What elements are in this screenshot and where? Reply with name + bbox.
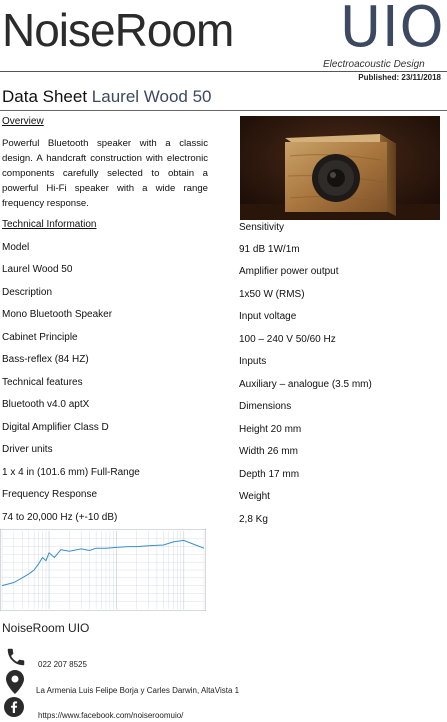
spec-label-voltage: Input voltage xyxy=(239,311,297,322)
overview-heading: Overview xyxy=(2,116,44,127)
technical-heading: Technical Information xyxy=(2,219,97,230)
spec-label-frequency: Frequency Response xyxy=(2,489,98,500)
location-pin-icon xyxy=(6,670,24,699)
spec-value-model: Laurel Wood 50 xyxy=(2,264,73,275)
brand-logo-text: NoiseRoom xyxy=(2,4,234,56)
spec-value-description: Mono Bluetooth Speaker xyxy=(2,309,113,320)
speaker-image xyxy=(240,116,440,220)
tagline: Electroacoustic Design xyxy=(323,59,425,70)
frequency-response-chart xyxy=(0,529,206,611)
facebook-icon xyxy=(4,697,24,722)
spec-value-sensitivity: 91 dB 1W/1m xyxy=(239,244,300,255)
footer-brand: NoiseRoom UIO xyxy=(2,621,90,635)
spec-value-bluetooth: Bluetooth v4.0 aptX xyxy=(2,399,90,410)
phone-icon xyxy=(5,646,27,673)
spec-label-dimensions: Dimensions xyxy=(239,401,292,412)
brand-logo-uio: UIO xyxy=(340,0,445,60)
title-prefix: Data Sheet xyxy=(2,87,88,106)
spec-label-weight: Weight xyxy=(239,491,270,502)
spec-label-model: Model xyxy=(2,242,30,253)
spec-label-cabinet: Cabinet Principle xyxy=(2,332,78,343)
spec-value-depth: Depth 17 mm xyxy=(239,469,300,480)
spec-value-amplifier: Digital Amplifier Class D xyxy=(2,422,109,433)
header-divider xyxy=(0,71,447,72)
spec-value-height: Height 20 mm xyxy=(239,424,302,435)
title-product: Laurel Wood 50 xyxy=(91,87,212,106)
spec-label-power: Amplifier power output xyxy=(239,266,339,277)
spec-value-cabinet: Bass-reflex (84 HZ) xyxy=(2,354,89,365)
product-photo xyxy=(240,116,440,220)
contact-facebook-link[interactable]: https://www.facebook.com/noiseroomuio/ xyxy=(38,711,183,720)
overview-text: Powerful Bluetooth speaker with a classi… xyxy=(2,138,208,209)
published-date: Published: 23/11/2018 xyxy=(358,73,441,82)
spec-value-weight: 2,8 Kg xyxy=(239,514,268,525)
spec-value-width: Width 26 mm xyxy=(239,446,298,457)
spec-value-voltage: 100 – 240 V 50/60 Hz xyxy=(239,334,336,345)
contact-phone: 022 207 8525 xyxy=(38,660,87,669)
spec-label-driver: Driver units xyxy=(2,444,53,455)
spec-value-driver: 1 x 4 in (101.6 mm) Full-Range xyxy=(2,467,140,478)
contact-address: La Armenia Luis Felipe Borja y Carles Da… xyxy=(36,686,240,695)
page-title: Data Sheet Laurel Wood 50 xyxy=(2,87,212,107)
spec-value-frequency: 74 to 20,000 Hz (+-10 dB) xyxy=(2,512,118,523)
spec-value-inputs: Auxiliary – analogue (3.5 mm) xyxy=(239,379,372,390)
spec-label-features: Technical features xyxy=(2,377,83,388)
spec-label-inputs: Inputs xyxy=(239,356,267,367)
spec-value-power: 1x50 W (RMS) xyxy=(239,289,305,300)
title-divider xyxy=(0,110,447,111)
spec-label-sensitivity: Sensitivity xyxy=(239,222,285,233)
spec-label-description: Description xyxy=(2,287,53,298)
